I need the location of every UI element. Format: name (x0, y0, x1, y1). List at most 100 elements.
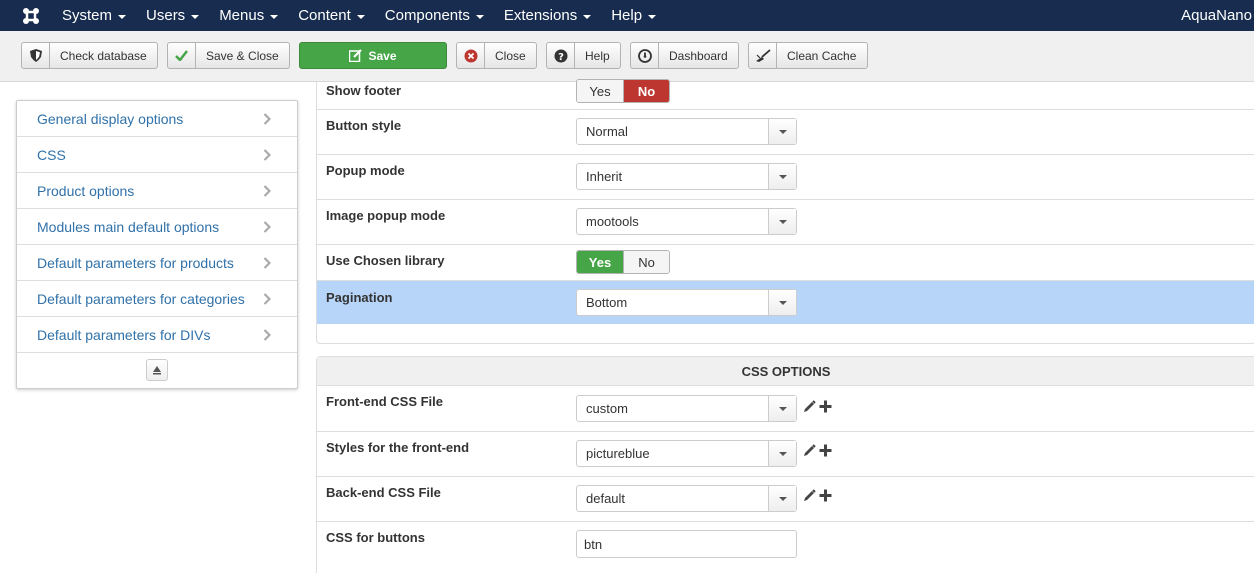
chevron-right-icon (263, 328, 272, 344)
sidebar-item-label: Default parameters for categories (37, 290, 245, 307)
close-button[interactable]: Close (456, 42, 537, 69)
menu-users[interactable]: Users (136, 0, 209, 31)
main-menu: System Users Menus Content Components Ex… (52, 0, 666, 31)
caret-down-icon (768, 164, 796, 189)
button-label: Clean Cache (787, 48, 857, 63)
row-image-popup-mode: Image popup mode mootools (317, 200, 1254, 245)
sidebar-collapse-area (17, 353, 297, 387)
backend-css-select[interactable]: default (576, 485, 797, 512)
show-footer-no[interactable]: No (623, 80, 669, 102)
broom-icon (749, 43, 777, 68)
sidebar-item-label: General display options (37, 110, 184, 127)
pencil-icon[interactable] (801, 398, 817, 414)
button-label: Help (585, 48, 610, 63)
menu-label: Components (384, 7, 470, 24)
options-sidebar: General display options CSS Product opti… (16, 100, 298, 389)
toolbar: Check database Save & Close Save Close ?… (0, 31, 1254, 82)
use-chosen-yes[interactable]: Yes (577, 251, 623, 273)
field-label: CSS for buttons (326, 530, 425, 545)
css-buttons-input[interactable] (576, 530, 797, 558)
caret-down-icon (768, 209, 796, 234)
frontend-css-select[interactable]: custom (576, 395, 797, 422)
check-database-button[interactable]: Check database (21, 42, 158, 69)
plus-icon[interactable] (817, 442, 833, 458)
menu-label: System (62, 7, 113, 24)
svg-text:?: ? (558, 52, 564, 63)
sidebar-item-params-divs[interactable]: Default parameters for DIVs (17, 317, 297, 353)
sidebar-item-params-products[interactable]: Default parameters for products (17, 245, 297, 281)
sidebar-item-label: Modules main default options (37, 218, 220, 235)
field-label: Button style (326, 118, 402, 133)
field-label: Back-end CSS File (326, 485, 441, 500)
css-options-panel: CSS OPTIONS Front-end CSS File custom St… (316, 356, 1254, 573)
menu-help[interactable]: Help (601, 0, 666, 31)
chevron-right-icon (263, 148, 272, 164)
dashboard-button[interactable]: Dashboard (630, 42, 739, 69)
field-label: Pagination (326, 290, 393, 305)
collapse-up-icon[interactable] (146, 359, 168, 381)
caret-down-icon (356, 14, 365, 19)
joomla-logo-icon[interactable] (16, 0, 46, 31)
css-options-header: CSS OPTIONS (317, 357, 1254, 386)
caret-down-icon (648, 14, 657, 19)
chevron-right-icon (263, 256, 272, 272)
menu-components[interactable]: Components (375, 0, 494, 31)
select-value: Normal (586, 124, 628, 139)
popup-mode-select[interactable]: Inherit (576, 163, 797, 190)
menu-label: Menus (219, 7, 265, 24)
sidebar-item-label: CSS (37, 146, 66, 163)
chevron-right-icon (263, 112, 272, 128)
menu-extensions[interactable]: Extensions (494, 0, 601, 31)
save-close-button[interactable]: Save & Close (167, 42, 290, 69)
sidebar-item-label: Product options (37, 182, 135, 199)
dashboard-gauge-icon (631, 43, 659, 68)
frontend-css-actions (801, 398, 833, 414)
menu-system[interactable]: System (52, 0, 136, 31)
button-style-select[interactable]: Normal (576, 118, 797, 145)
question-circle-icon: ? (547, 43, 575, 68)
field-label: Popup mode (326, 163, 405, 178)
row-css-buttons: CSS for buttons (317, 522, 1254, 573)
row-show-footer: Show footer Yes No (317, 79, 1254, 110)
frontend-styles-select[interactable]: pictureblue (576, 440, 797, 467)
select-value: Bottom (586, 295, 628, 310)
backend-css-actions (801, 487, 833, 503)
field-label: Image popup mode (326, 208, 446, 223)
menu-menus[interactable]: Menus (209, 0, 288, 31)
row-use-chosen: Use Chosen library Yes No (317, 245, 1254, 281)
site-name-link[interactable]: AquaNano (1181, 0, 1252, 31)
select-value: pictureblue (586, 446, 650, 461)
caret-down-icon (118, 14, 127, 19)
save-button[interactable]: Save (299, 42, 447, 69)
plus-icon[interactable] (817, 487, 833, 503)
button-label: Save (368, 48, 397, 63)
pencil-icon[interactable] (801, 487, 817, 503)
row-frontend-css: Front-end CSS File custom (317, 386, 1254, 432)
image-popup-mode-select[interactable]: mootools (576, 208, 797, 235)
show-footer-yes[interactable]: Yes (577, 80, 623, 102)
caret-down-icon (768, 441, 796, 466)
clean-cache-button[interactable]: Clean Cache (748, 42, 868, 69)
select-value: default (586, 491, 626, 506)
button-label: Close (495, 48, 526, 63)
menu-content[interactable]: Content (288, 0, 375, 31)
pagination-select[interactable]: Bottom (576, 289, 797, 316)
use-chosen-no[interactable]: No (623, 251, 669, 273)
sidebar-item-params-categories[interactable]: Default parameters for categories (17, 281, 297, 317)
help-button[interactable]: ? Help (546, 42, 621, 69)
caret-down-icon (583, 14, 592, 19)
caret-down-icon (475, 14, 484, 19)
caret-down-icon (270, 14, 279, 19)
row-backend-css: Back-end CSS File default (317, 477, 1254, 522)
sidebar-item-css[interactable]: CSS (17, 137, 297, 173)
cancel-circle-icon (457, 43, 485, 68)
menu-label: Content (298, 7, 351, 24)
sidebar-item-modules-main[interactable]: Modules main default options (17, 209, 297, 245)
caret-down-icon (768, 290, 796, 315)
sidebar-item-product-options[interactable]: Product options (17, 173, 297, 209)
select-value: custom (586, 401, 628, 416)
pencil-icon[interactable] (801, 442, 817, 458)
plus-icon[interactable] (817, 398, 833, 414)
sidebar-item-general-display[interactable]: General display options (17, 101, 297, 137)
sidebar-item-label: Default parameters for products (37, 254, 234, 271)
